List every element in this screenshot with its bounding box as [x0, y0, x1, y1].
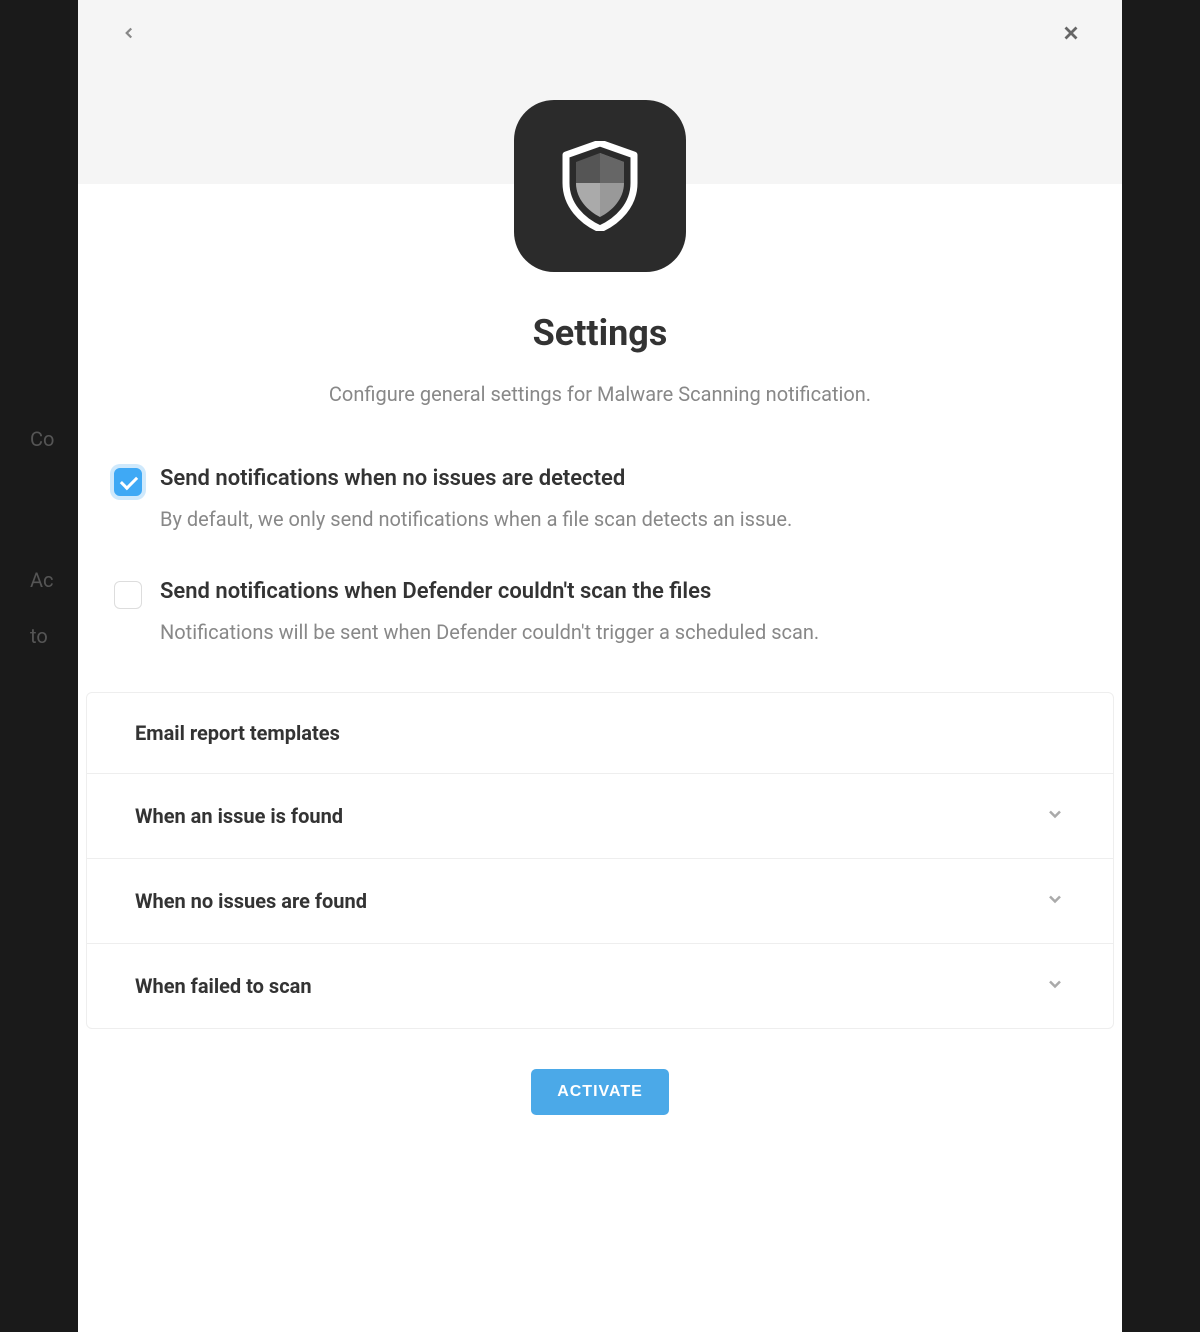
- option-notify-scan-failed: Send notifications when Defender couldn'…: [114, 579, 1086, 644]
- option-label: Send notifications when Defender couldn'…: [160, 579, 1086, 604]
- option-notify-no-issues: Send notifications when no issues are de…: [114, 466, 1086, 531]
- email-templates-panel: Email report templates When an issue is …: [86, 692, 1114, 1029]
- modal-subtitle: Configure general settings for Malware S…: [78, 382, 1122, 406]
- chevron-down-icon: [1045, 974, 1065, 998]
- option-description: By default, we only send notifications w…: [160, 507, 1086, 531]
- backdrop-text: Co: [30, 427, 54, 451]
- checkbox-notify-scan-failed[interactable]: [114, 581, 142, 609]
- email-templates-header: Email report templates: [87, 693, 1113, 773]
- modal-body: Settings Configure general settings for …: [78, 184, 1122, 1332]
- template-issue-found[interactable]: When an issue is found: [87, 773, 1113, 858]
- template-label: When failed to scan: [135, 974, 312, 998]
- chevron-left-icon: [120, 24, 138, 42]
- options-group: Send notifications when no issues are de…: [78, 466, 1122, 644]
- activate-button[interactable]: ACTIVATE: [531, 1069, 669, 1115]
- checkbox-notify-no-issues[interactable]: [114, 468, 142, 496]
- template-label: When no issues are found: [135, 889, 367, 913]
- modal-title: Settings: [78, 312, 1122, 354]
- backdrop-text: to: [30, 624, 48, 648]
- modal-footer: ACTIVATE: [78, 1029, 1122, 1175]
- close-button[interactable]: [1056, 18, 1086, 48]
- option-description: Notifications will be sent when Defender…: [160, 620, 1086, 644]
- option-text: Send notifications when no issues are de…: [160, 466, 1086, 531]
- backdrop-text: Ac: [30, 568, 54, 592]
- template-failed-scan[interactable]: When failed to scan: [87, 943, 1113, 1028]
- option-label: Send notifications when no issues are de…: [160, 466, 1086, 491]
- app-logo: [514, 100, 686, 272]
- settings-modal: Settings Configure general settings for …: [78, 0, 1122, 1332]
- chevron-down-icon: [1045, 804, 1065, 828]
- shield-icon: [560, 141, 640, 231]
- close-icon: [1060, 22, 1082, 44]
- template-no-issues[interactable]: When no issues are found: [87, 858, 1113, 943]
- option-text: Send notifications when Defender couldn'…: [160, 579, 1086, 644]
- modal-header: [78, 0, 1122, 184]
- chevron-down-icon: [1045, 889, 1065, 913]
- back-button[interactable]: [114, 18, 144, 48]
- template-label: When an issue is found: [135, 804, 343, 828]
